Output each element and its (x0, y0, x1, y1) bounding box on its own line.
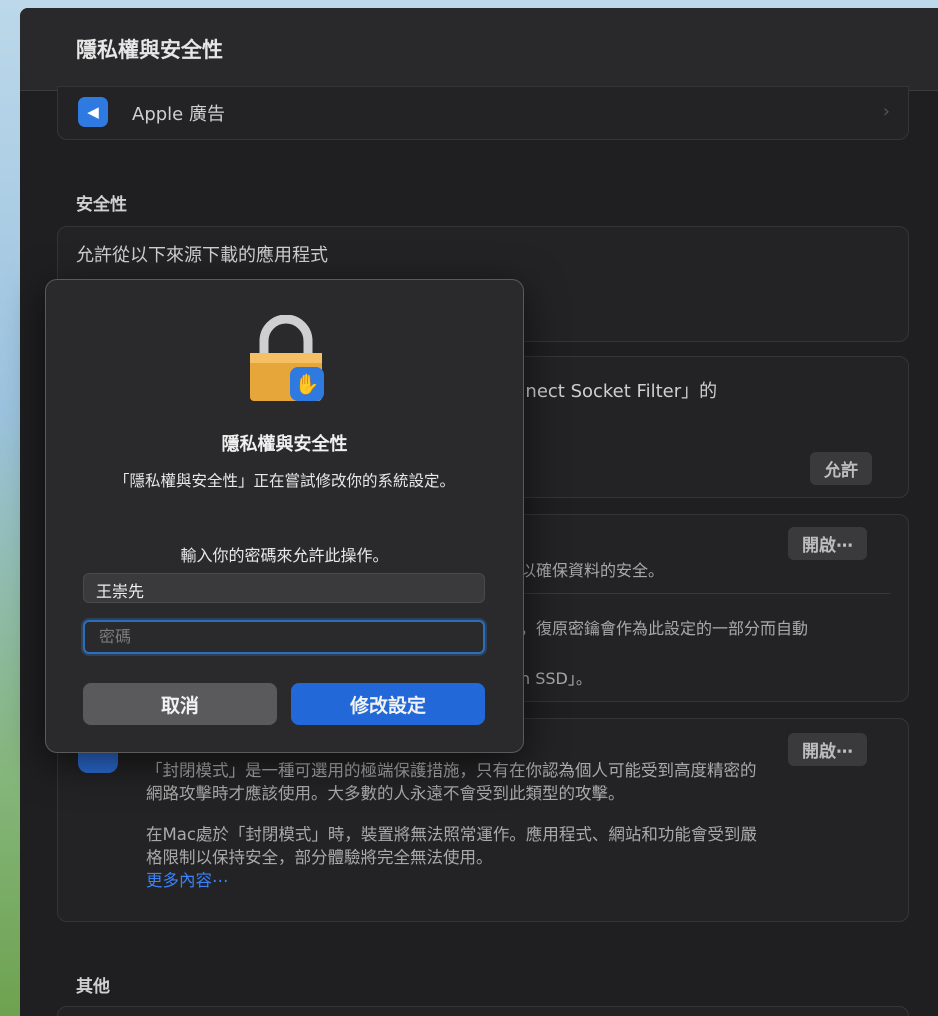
window-title: 隱私權與安全性 (76, 38, 223, 62)
allow-button[interactable]: 允許 (810, 452, 872, 485)
lockdown-para-1: 「封閉模式」是一種可選用的極端保護措施，只有在你認為個人可能受到高度精密的網路攻… (146, 761, 757, 803)
other-section-title: 其他 (76, 977, 110, 997)
password-input[interactable] (97, 626, 475, 647)
svg-text:✋: ✋ (295, 372, 320, 396)
security-section-title: 安全性 (76, 195, 127, 215)
username-field[interactable]: 王崇先 (83, 573, 485, 603)
filevault-text-3: n SSD」。 (520, 669, 592, 688)
divider (520, 593, 890, 594)
other-card (57, 1006, 909, 1016)
allow-downloads-title: 允許從以下來源下載的應用程式 (76, 245, 328, 266)
password-field[interactable] (83, 620, 485, 654)
auth-dialog: ✋ 隱私權與安全性 「隱私權與安全性」正在嘗試修改你的系統設定。 輸入你的密碼來… (45, 279, 524, 753)
filevault-text-2: ，復原密鑰會作為此設定的一部分而自動 (520, 619, 809, 638)
chevron-right-icon: › (882, 101, 890, 122)
filevault-text-1: 以確保資料的安全。 (520, 561, 665, 580)
window-titlebar: 隱私權與安全性 (20, 8, 938, 91)
dialog-title: 隱私權與安全性 (221, 434, 348, 455)
dialog-message: 「隱私權與安全性」正在嘗試修改你的系統設定。 (113, 472, 455, 490)
dialog-prompt: 輸入你的密碼來允許此操作。 (180, 546, 389, 565)
modify-settings-button[interactable]: 修改設定 (291, 683, 485, 725)
lockdown-description: 「封閉模式」是一種可選用的極端保護措施，只有在你認為個人可能受到高度精密的網路攻… (146, 759, 766, 892)
more-info-link[interactable]: 更多內容⋯ (146, 869, 766, 892)
lockdown-para-2: 在Mac處於「封閉模式」時，裝置將無法照常運作。應用程式、網站和功能會受到嚴格限… (146, 825, 757, 867)
socket-filter-text: nnect Socket Filter」的 (514, 381, 718, 402)
megaphone-icon: ◀ (78, 97, 108, 127)
apple-ads-row[interactable]: ◀ Apple 廣告 › (57, 86, 909, 140)
apple-ads-label: Apple 廣告 (132, 104, 225, 125)
lockdown-enable-button[interactable]: 開啟⋯ (788, 733, 867, 766)
cancel-button[interactable]: 取消 (83, 683, 277, 725)
lock-icon: ✋ (250, 315, 324, 401)
username-value: 王崇先 (96, 582, 145, 601)
filevault-enable-button[interactable]: 開啟⋯ (788, 527, 867, 560)
